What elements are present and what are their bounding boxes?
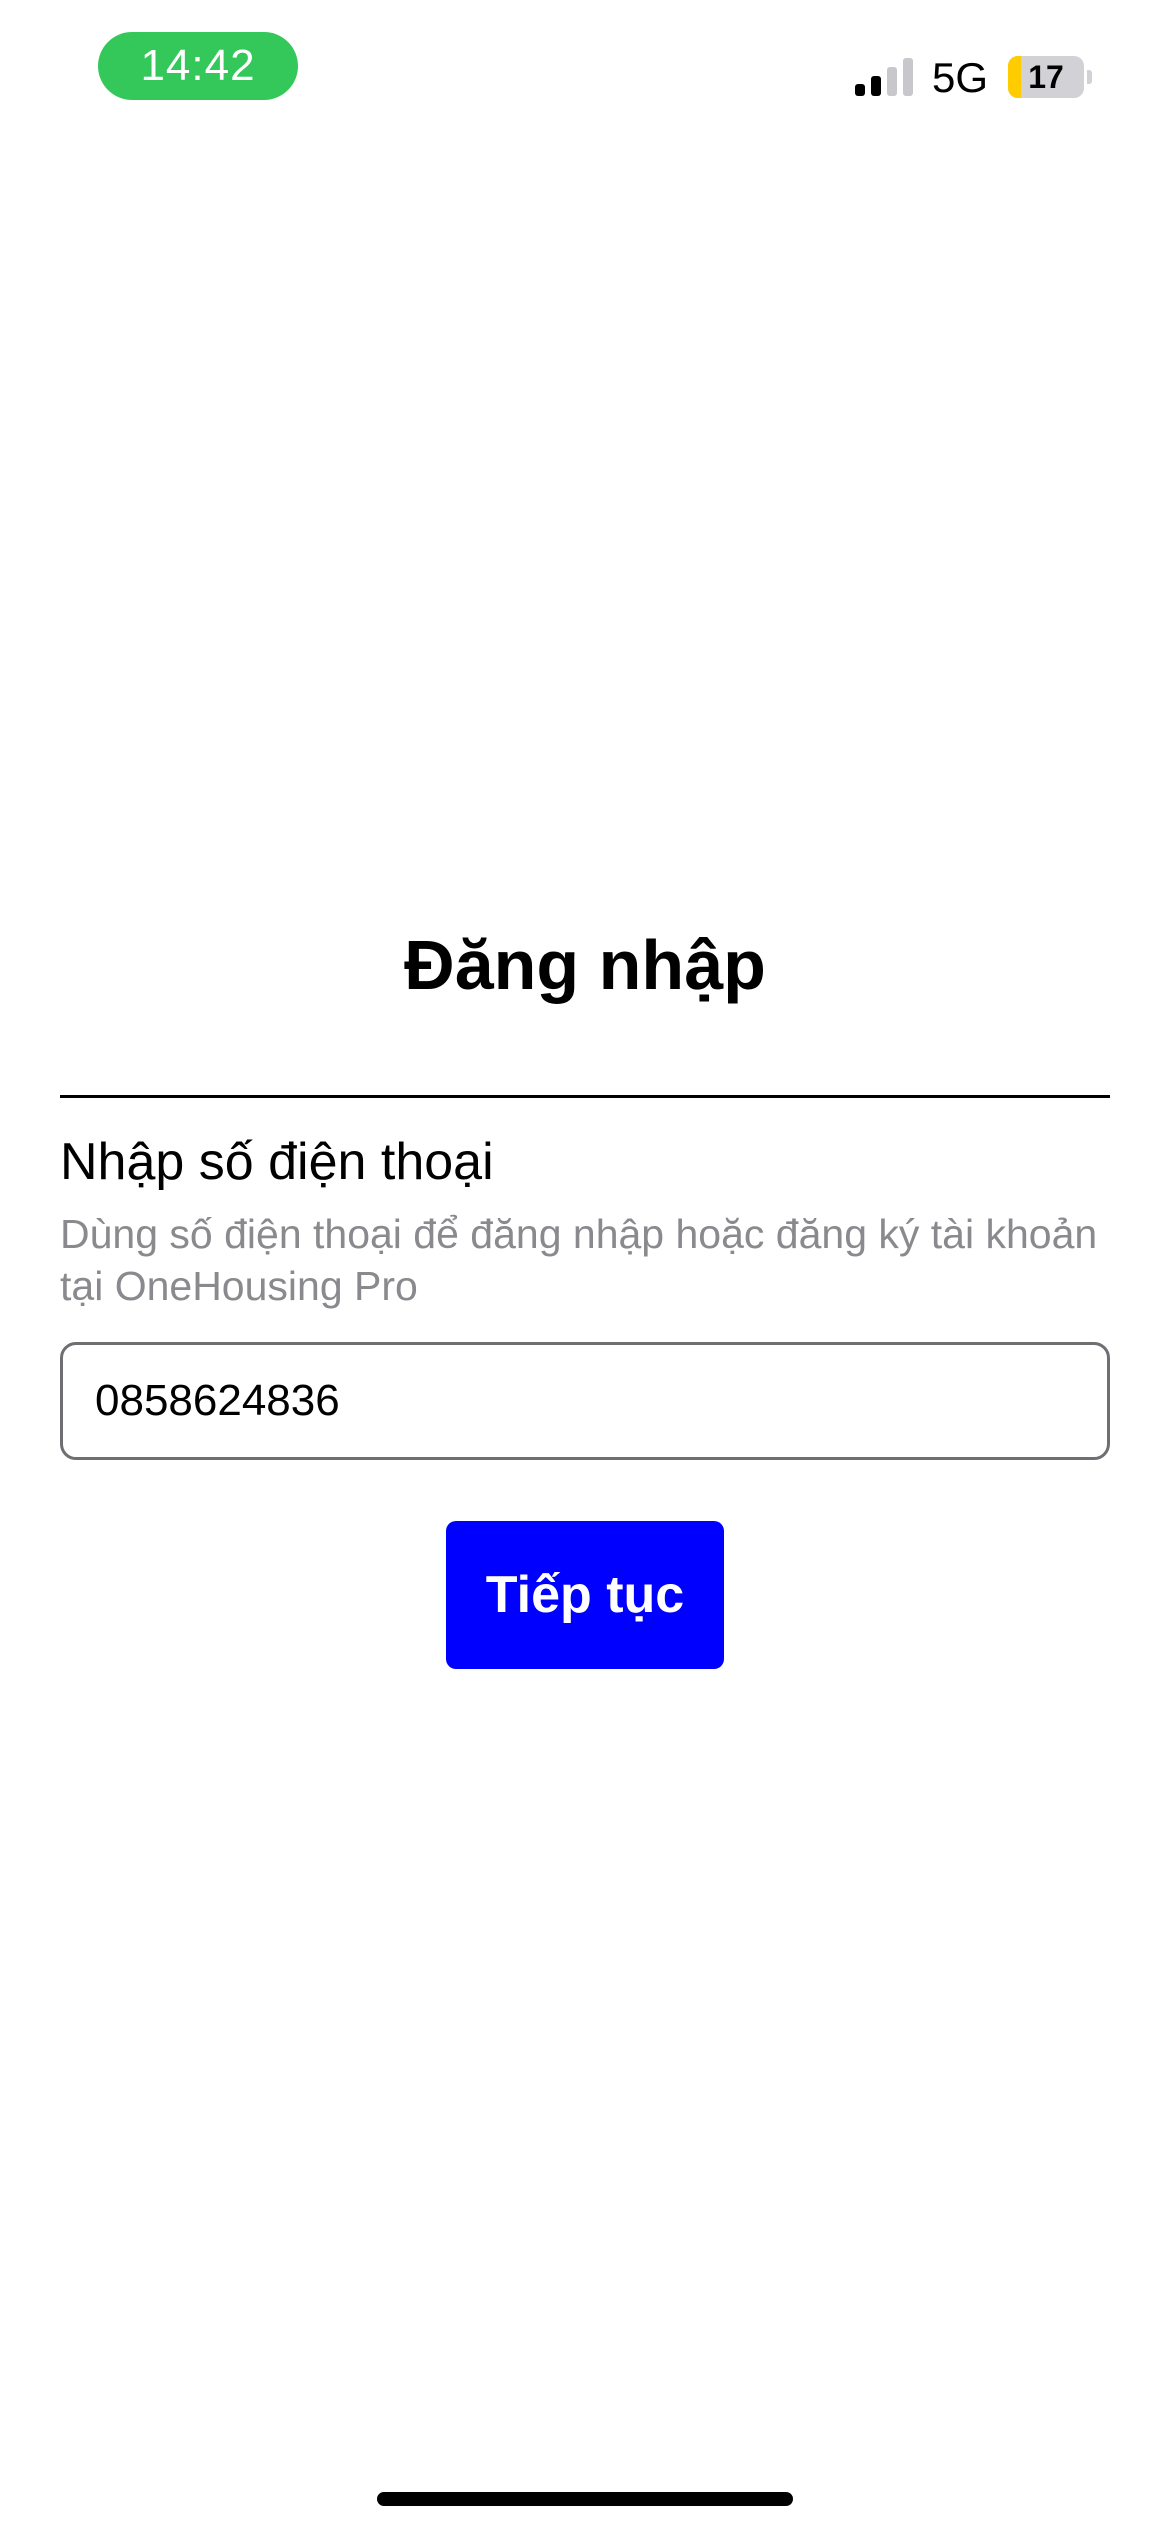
home-indicator[interactable] — [377, 2492, 793, 2506]
phone-field-label: Nhập số điện thoại — [60, 1133, 494, 1191]
battery-icon: 17 — [1008, 56, 1092, 98]
signal-bar — [855, 84, 865, 96]
signal-bar — [871, 76, 881, 96]
continue-button[interactable]: Tiếp tục — [446, 1521, 724, 1669]
battery-body: 17 — [1008, 56, 1084, 98]
battery-percentage: 17 — [1028, 59, 1064, 95]
divider — [60, 1095, 1110, 1098]
phone-number-input[interactable] — [60, 1342, 1110, 1460]
cellular-signal-icon — [855, 58, 913, 96]
status-time: 14:42 — [98, 32, 298, 100]
signal-bar — [903, 58, 913, 96]
page-title: Đăng nhập — [404, 926, 766, 1004]
battery-cap — [1087, 70, 1092, 84]
status-bar: 14:42 5G 17 — [0, 0, 1170, 140]
phone-field-hint: Dùng số điện thoại để đăng nhập hoặc đăn… — [60, 1211, 1098, 1309]
network-type-label: 5G — [932, 54, 989, 101]
signal-bar — [887, 67, 897, 96]
